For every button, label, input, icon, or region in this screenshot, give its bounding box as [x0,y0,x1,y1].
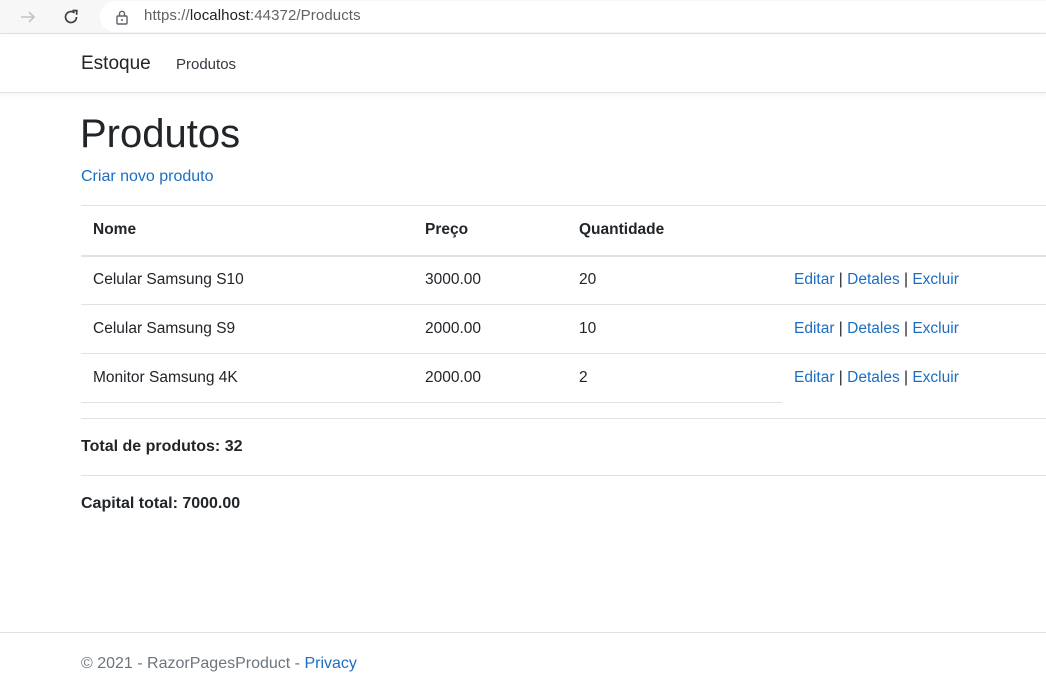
cell-actions: Editar | Detales | Excluir [782,255,1046,305]
cell-name: Monitor Samsung 4K [81,353,413,403]
cell-quantity: 10 [567,304,782,354]
cell-price: 2000.00 [413,304,567,354]
details-link[interactable]: Detales [847,271,900,288]
action-separator: | [899,369,913,387]
cell-actions: Editar | Detales | Excluir [782,354,1046,403]
delete-link[interactable]: Excluir [912,271,959,288]
action-separator: | [834,271,848,289]
cell-name: Celular Samsung S10 [81,255,413,305]
forward-button[interactable] [15,4,41,30]
url-prefix: https:// [144,7,190,24]
edit-link[interactable]: Editar [794,271,835,288]
cell-actions: Editar | Detales | Excluir [782,304,1046,354]
products-table-container: Nome Preço Quantidade Celular Samsung S1… [81,205,1046,403]
delete-link[interactable]: Excluir [912,320,959,337]
total-capital: Capital total: 7000.00 [81,495,241,512]
divider [81,418,1046,419]
action-separator: | [834,369,848,387]
url-text: https://localhost:44372/Products [144,7,361,24]
privacy-link[interactable]: Privacy [304,655,356,672]
products-table: Nome Preço Quantidade Celular Samsung S1… [81,205,1046,403]
cell-name: Celular Samsung S9 [81,304,413,354]
address-bar[interactable]: https://localhost:44372/Products [100,1,1046,32]
cell-price: 3000.00 [413,255,567,305]
delete-link[interactable]: Excluir [912,369,959,386]
reload-icon [64,9,78,24]
divider [81,475,1046,476]
action-separator: | [899,271,913,289]
edit-link[interactable]: Editar [794,369,835,386]
table-row: Celular Samsung S9 2000.00 10 Editar | D… [81,304,1046,354]
header-price: Preço [413,205,567,257]
action-separator: | [834,320,848,337]
lock-icon [115,9,129,30]
details-link[interactable]: Detales [847,369,900,386]
details-link[interactable]: Detales [847,320,900,337]
navbar: Estoque Produtos [0,35,1046,93]
url-host: localhost [189,7,250,24]
cell-price: 2000.00 [413,353,567,403]
table-header-row: Nome Preço Quantidade [81,205,1046,257]
table-row: Monitor Samsung 4K 2000.00 2 Editar | De… [81,353,1046,403]
reload-button[interactable] [58,4,84,30]
footer-text: © 2021 - RazorPagesProduct - Privacy [81,655,357,673]
url-path: :44372/Products [249,7,361,24]
header-actions [782,205,1046,257]
total-products: Total de produtos: 32 [81,438,243,455]
copyright-text: © 2021 - RazorPagesProduct - [81,655,305,672]
edit-link[interactable]: Editar [794,320,835,337]
page-title: Produtos [80,112,241,156]
header-name: Nome [81,205,413,257]
nav-link-products[interactable]: Produtos [176,56,236,73]
header-quantity: Quantidade [567,205,782,257]
browser-toolbar: https://localhost:44372/Products [0,0,1046,34]
brand-link[interactable]: Estoque [81,53,151,75]
footer: © 2021 - RazorPagesProduct - Privacy [0,632,1046,687]
cell-quantity: 20 [567,255,782,305]
arrow-right-icon [21,11,36,23]
create-product-link[interactable]: Criar novo produto [81,168,214,186]
cell-quantity: 2 [567,353,782,403]
table-row: Celular Samsung S10 3000.00 20 Editar | … [81,255,1046,305]
action-separator: | [899,320,913,337]
